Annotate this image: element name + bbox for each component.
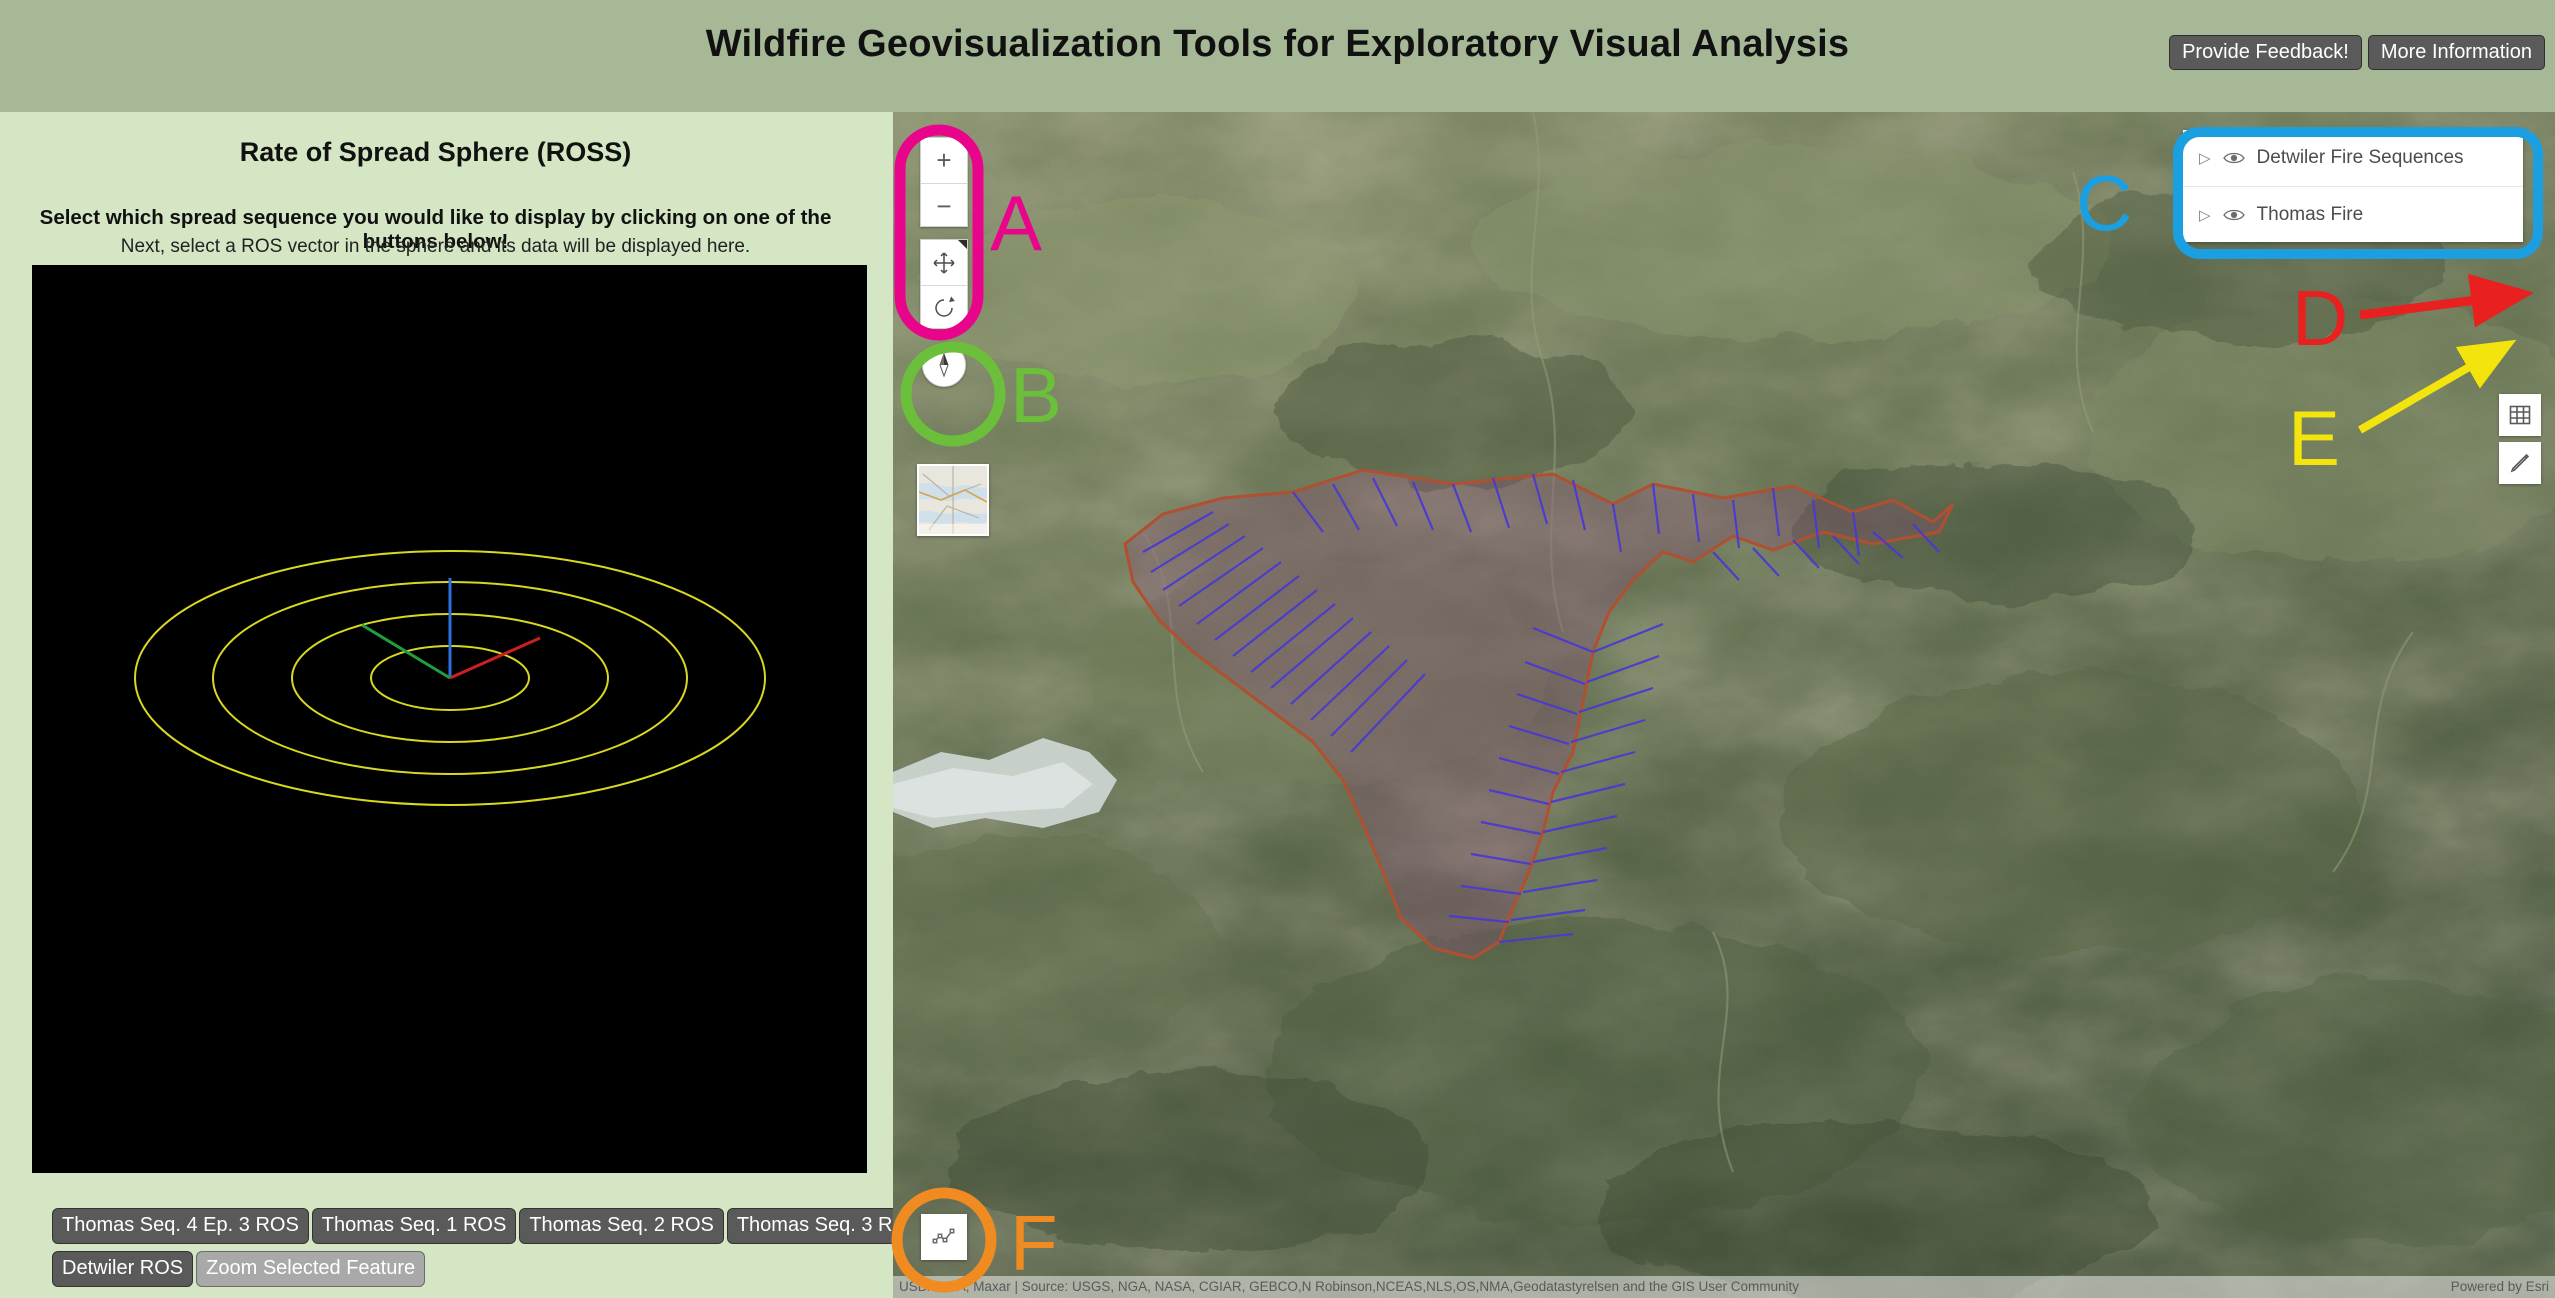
ross-panel-title: Rate of Spread Sphere (ROSS) (239, 137, 632, 167)
attribute-table-button[interactable] (2499, 394, 2541, 436)
chevron-right-icon[interactable]: ▷ (2199, 206, 2211, 224)
basemap-thumbnail-icon (919, 466, 987, 534)
powered-by-esri-label: Powered by Esri (2450, 1279, 2549, 1295)
zoom-in-button[interactable]: + (921, 138, 967, 183)
compass-needle-icon (939, 352, 949, 378)
app-header: Wildfire Geovisualization Tools for Expl… (0, 0, 2555, 112)
more-information-button[interactable]: More Information (2367, 35, 2545, 70)
chevron-right-icon[interactable]: ▷ (2199, 149, 2211, 167)
ross-3d-viewer[interactable] (32, 265, 867, 1173)
application-root: Wildfire Geovisualization Tools for Expl… (0, 0, 2555, 1298)
fire-perimeter-overlay[interactable] (893, 112, 2555, 1298)
ross-side-panel: Rate of Spread Sphere (ROSS) Select whic… (0, 112, 932, 1298)
layer-list-item-label: Detwiler Fire Sequences (2256, 147, 2464, 168)
pan-arrows-icon (933, 251, 955, 274)
rotate-icon (935, 296, 955, 317)
layer-list-item-label: Thomas Fire (2256, 203, 2364, 225)
pencil-icon (2510, 453, 2530, 473)
edit-button[interactable] (2499, 442, 2541, 484)
map-view[interactable]: + − ▷ Detwiler Fire Sequences ▷ Thomas F… (893, 112, 2555, 1298)
thomas-seq-2-ros-button[interactable]: Thomas Seq. 2 ROS (519, 1208, 724, 1244)
zoom-out-button[interactable]: − (921, 183, 967, 228)
layer-list-item-detwiler[interactable]: ▷ Detwiler Fire Sequences (2183, 130, 2523, 186)
sequence-button-row-1: Thomas Seq. 4 Ep. 3 ROS Thomas Seq. 1 RO… (52, 1208, 932, 1244)
ross-instruction-secondary: Next, select a ROS vector in the sphere … (120, 236, 751, 257)
zoom-selected-feature-button[interactable]: Zoom Selected Feature (196, 1251, 426, 1287)
rotate-reset-button[interactable] (921, 285, 967, 330)
map-attribution-bar: USDA FSA, Maxar | Source: USGS, NGA, NAS… (893, 1276, 2555, 1298)
layer-list-item-thomas[interactable]: ▷ Thomas Fire (2183, 186, 2523, 242)
pan-button[interactable] (921, 240, 967, 285)
nav-corner-marker (958, 240, 967, 249)
detwiler-ros-button[interactable]: Detwiler ROS (52, 1251, 194, 1287)
eye-icon[interactable] (2222, 150, 2245, 166)
header-button-group: Provide Feedback! More Information (2169, 35, 2545, 70)
table-icon (2509, 405, 2531, 425)
ross-sphere-graphic (32, 265, 867, 1173)
sequence-button-row-2: Detwiler ROS Zoom Selected Feature (52, 1251, 852, 1287)
map-navigation-controls[interactable] (920, 239, 968, 329)
eye-icon[interactable] (2222, 207, 2245, 223)
line-chart-icon (932, 1228, 955, 1244)
thomas-seq-4-ep-3-ros-button[interactable]: Thomas Seq. 4 Ep. 3 ROS (52, 1208, 309, 1244)
map-zoom-controls[interactable]: + − (920, 137, 968, 227)
sequence-button-group: Thomas Seq. 4 Ep. 3 ROS Thomas Seq. 1 RO… (52, 1208, 932, 1287)
provide-feedback-button[interactable]: Provide Feedback! (2169, 35, 2362, 70)
thomas-seq-1-ros-button[interactable]: Thomas Seq. 1 ROS (311, 1208, 517, 1244)
chart-button[interactable] (921, 1214, 967, 1260)
attribution-text: USDA FSA, Maxar | Source: USGS, NGA, NAS… (899, 1279, 1800, 1295)
basemap-toggle-button[interactable] (917, 464, 989, 536)
compass-button[interactable] (922, 343, 966, 387)
layer-list-panel[interactable]: ▷ Detwiler Fire Sequences ▷ Thomas Fire (2183, 130, 2523, 242)
